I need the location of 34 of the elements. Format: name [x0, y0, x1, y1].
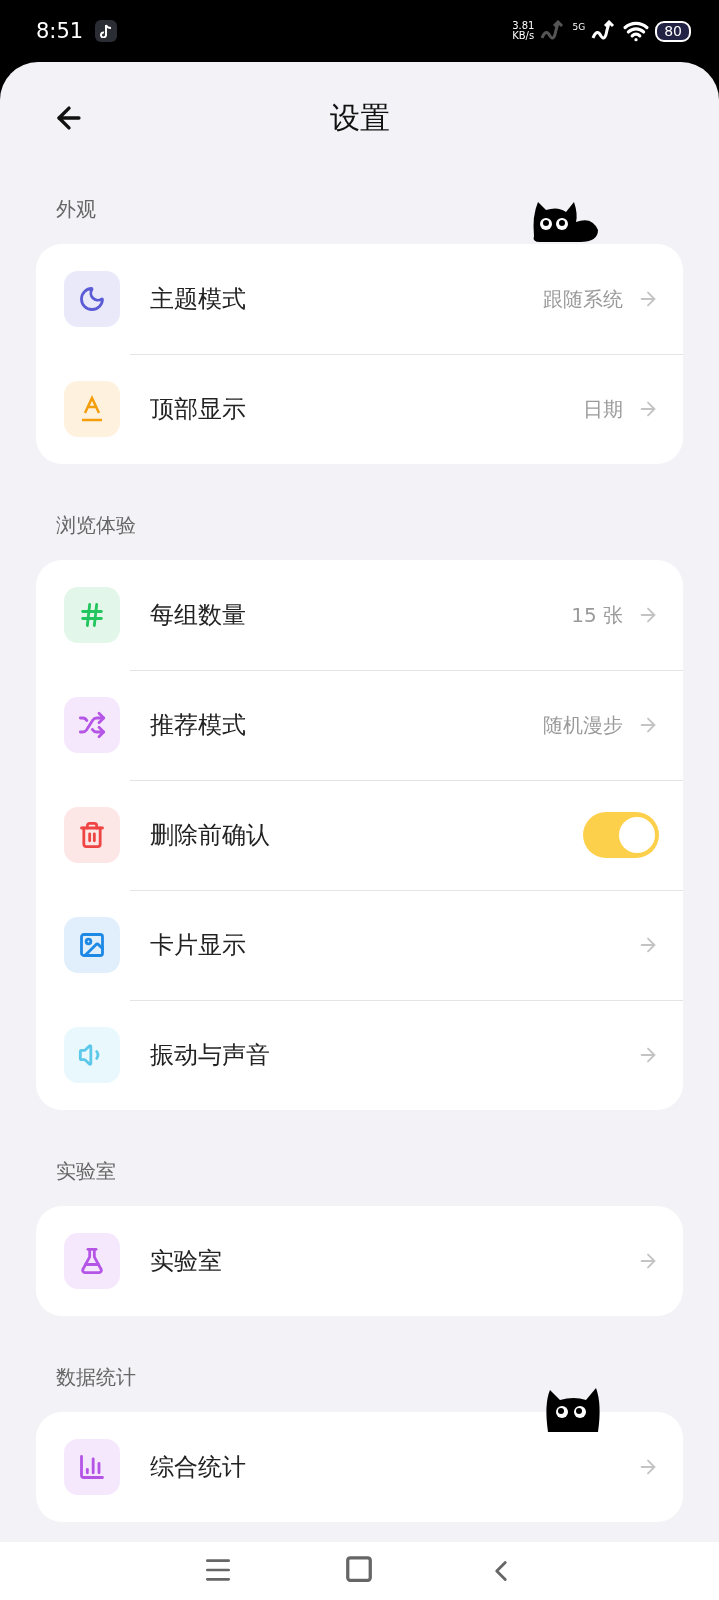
speed-unit: KB/s	[512, 31, 535, 41]
settings-row[interactable]: 卡片显示	[36, 890, 683, 1000]
music-note-icon	[95, 20, 118, 42]
setting-value: 跟随系统	[543, 285, 623, 313]
section-title: 浏览体验	[56, 511, 136, 539]
settings-row[interactable]: 推荐模式 随机漫步	[36, 670, 683, 780]
settings-row[interactable]: 每组数量 15 张	[36, 560, 683, 670]
setting-label: 实验室	[150, 1246, 222, 1277]
settings-row[interactable]: 顶部显示 日期	[36, 354, 683, 464]
section-title: 数据统计	[56, 1363, 136, 1391]
status-time: 8:51	[36, 19, 84, 43]
settings-row[interactable]: 删除前确认	[36, 780, 683, 890]
section-title: 外观	[56, 195, 96, 223]
setting-label: 卡片显示	[150, 930, 246, 961]
setting-label: 每组数量	[150, 600, 246, 631]
setting-value: 随机漫步	[543, 711, 623, 739]
network-label: 5G	[572, 22, 586, 32]
setting-label: 删除前确认	[150, 820, 270, 851]
setting-label: 综合统计	[150, 1452, 246, 1483]
page-title: 设置	[329, 98, 390, 137]
settings-row[interactable]: 振动与声音	[36, 1000, 683, 1110]
section-title: 实验室	[56, 1157, 116, 1185]
settings-row[interactable]: 实验室	[36, 1206, 683, 1316]
setting-value: 15 张	[571, 601, 623, 629]
setting-label: 推荐模式	[150, 710, 246, 741]
setting-label: 顶部显示	[150, 394, 246, 425]
battery-level: 80	[655, 20, 691, 42]
setting-value: 日期	[583, 395, 623, 423]
setting-label: 振动与声音	[150, 1040, 270, 1071]
settings-row[interactable]: 主题模式 跟随系统	[36, 244, 683, 354]
setting-label: 主题模式	[150, 284, 246, 315]
toggle-switch[interactable]	[583, 812, 659, 858]
speed-value: 3.81	[512, 21, 535, 31]
settings-row[interactable]: 综合统计	[36, 1412, 683, 1522]
